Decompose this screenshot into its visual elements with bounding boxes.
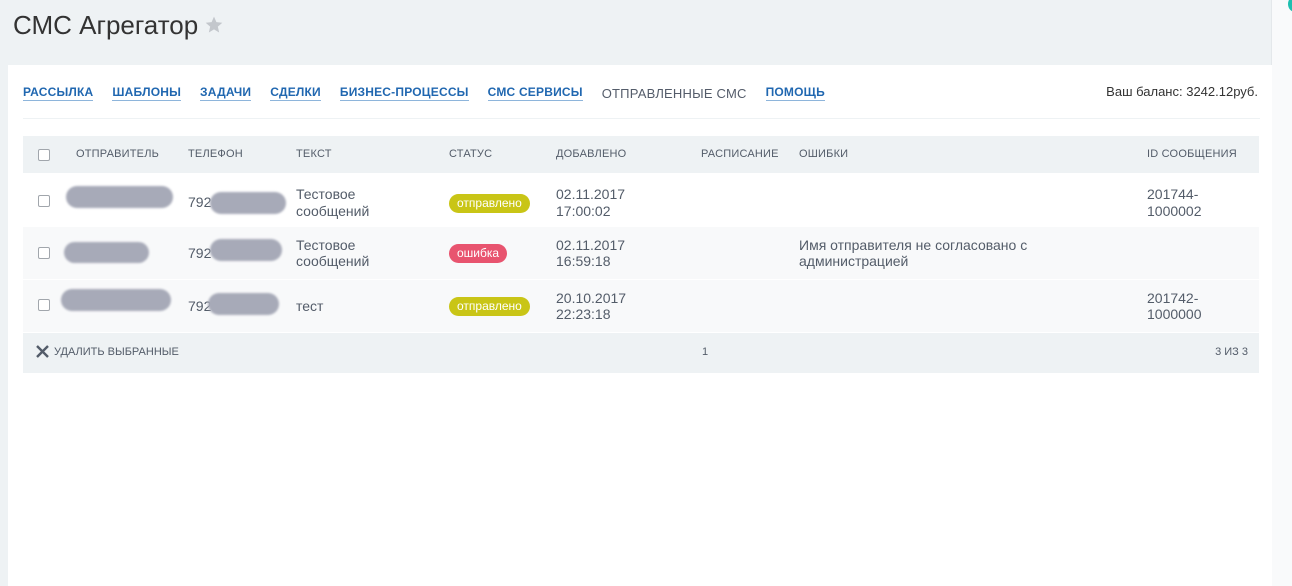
- added-date: 20.10.2017: [556, 290, 627, 306]
- phone-prefix: 792: [188, 194, 212, 210]
- table-footer: УДАЛИТЬ ВЫБРАННЫЕ 1 3 ИЗ 3: [23, 333, 1259, 373]
- table-row[interactable]: 792 Тестовое сообщений ошибка 02.11.2017…: [23, 226, 1259, 279]
- added-date: 02.11.2017: [556, 237, 626, 253]
- table-header: ОТПРАВИТЕЛЬ ТЕЛЕФОН ТЕКСТ СТАТУС ДОБАВЛЕ…: [23, 136, 1259, 173]
- header-errors[interactable]: ОШИБКИ: [799, 136, 848, 173]
- select-all-checkbox[interactable]: [38, 149, 50, 161]
- message-text-line1: Тестовое: [296, 237, 356, 253]
- added-time: 16:59:18: [556, 253, 611, 269]
- top-navigation: РАССЫЛКА ШАБЛОНЫ ЗАДАЧИ СДЕЛКИ БИЗНЕС-ПР…: [23, 83, 844, 103]
- redacted-phone: [210, 192, 286, 214]
- message-text-line1: тест: [296, 298, 324, 314]
- redacted-phone: [210, 239, 282, 261]
- close-icon: [36, 345, 49, 358]
- nav-item-sms-services[interactable]: СМС СЕРВИСЫ: [487, 85, 583, 101]
- added-time: 17:00:02: [556, 203, 611, 219]
- nav-item-business-processes[interactable]: БИЗНЕС-ПРОЦЕССЫ: [339, 85, 469, 101]
- nav-item-templates[interactable]: ШАБЛОНЫ: [112, 85, 182, 101]
- right-sidebar-strip: [1271, 0, 1292, 586]
- redacted-sender: [64, 242, 149, 263]
- error-text-line1: Имя отправителя не согласовано с: [799, 237, 1028, 253]
- delete-selected-label: УДАЛИТЬ ВЫБРАННЫЕ: [54, 345, 179, 358]
- title-bar: СМС Агрегатор: [0, 0, 1272, 64]
- header-sender[interactable]: ОТПРАВИТЕЛЬ: [76, 136, 159, 173]
- nav-item-deals[interactable]: СДЕЛКИ: [270, 85, 321, 101]
- nav-item-mailing[interactable]: РАССЫЛКА: [23, 85, 94, 101]
- main-panel: РАССЫЛКА ШАБЛОНЫ ЗАДАЧИ СДЕЛКИ БИЗНЕС-ПР…: [8, 65, 1272, 586]
- nav-item-sent-sms: ОТПРАВЛЕННЫЕ СМС: [601, 85, 747, 101]
- header-message-id[interactable]: ID СООБЩЕНИЯ: [1147, 136, 1237, 173]
- message-text-line2: сообщений: [296, 253, 370, 269]
- divider: [23, 118, 1260, 119]
- page-title: СМС Агрегатор: [13, 10, 199, 40]
- pagination-page[interactable]: 1: [702, 346, 708, 358]
- header-text[interactable]: ТЕКСТ: [296, 136, 332, 173]
- message-id-line1: 201742-: [1147, 290, 1199, 306]
- status-badge: отправлено: [449, 194, 530, 213]
- nav-item-help[interactable]: ПОМОЩЬ: [765, 85, 825, 101]
- header-added[interactable]: ДОБАВЛЕНО: [556, 136, 626, 173]
- balance-text: Ваш баланс: 3242.12руб.: [1106, 84, 1258, 99]
- added-time: 22:23:18: [556, 306, 611, 322]
- message-text-line1: Тестовое: [296, 186, 356, 202]
- delete-selected-button[interactable]: УДАЛИТЬ ВЫБРАННЫЕ: [36, 345, 179, 358]
- message-id-line1: 201744-: [1147, 186, 1199, 202]
- sent-sms-table: ОТПРАВИТЕЛЬ ТЕЛЕФОН ТЕКСТ СТАТУС ДОБАВЛЕ…: [23, 136, 1259, 373]
- header-status[interactable]: СТАТУС: [449, 136, 492, 173]
- status-badge: ошибка: [449, 244, 508, 263]
- header-phone[interactable]: ТЕЛЕФОН: [188, 136, 243, 173]
- row-checkbox[interactable]: [38, 195, 50, 207]
- row-checkbox[interactable]: [38, 299, 50, 311]
- message-text-line2: сообщений: [296, 203, 370, 219]
- table-row[interactable]: 792 тест отправлено 20.10.2017 22:23:18 …: [23, 279, 1259, 332]
- redacted-phone: [208, 293, 279, 315]
- notification-dot[interactable]: [1288, 0, 1292, 12]
- error-text-line2: администрацией: [799, 253, 909, 269]
- nav-item-tasks[interactable]: ЗАДАЧИ: [200, 85, 252, 101]
- header-schedule[interactable]: РАСПИСАНИЕ: [701, 136, 779, 173]
- redacted-sender: [61, 289, 171, 311]
- status-badge: отправлено: [449, 297, 530, 316]
- table-row[interactable]: 792 Тестовое сообщений отправлено 02.11.…: [23, 173, 1259, 226]
- records-count: 3 ИЗ 3: [1215, 346, 1248, 358]
- star-icon[interactable]: [204, 15, 224, 35]
- added-date: 02.11.2017: [556, 186, 626, 202]
- message-id-line2: 1000000: [1147, 306, 1202, 322]
- message-id-line2: 1000002: [1147, 203, 1202, 219]
- row-checkbox[interactable]: [38, 247, 50, 259]
- redacted-sender: [66, 186, 173, 208]
- phone-prefix: 792: [188, 245, 212, 261]
